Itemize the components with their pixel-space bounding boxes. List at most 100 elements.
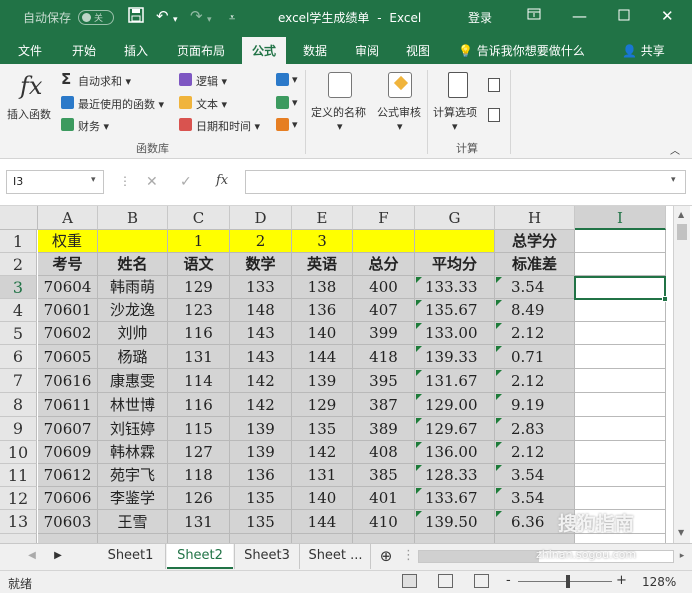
data-cell[interactable]: 139	[292, 369, 353, 393]
formula-input[interactable]: ▾	[245, 170, 686, 194]
data-cell[interactable]: 129.67	[415, 417, 495, 441]
tab-file[interactable]: 文件	[18, 42, 42, 59]
tab-insert[interactable]: 插入	[124, 42, 148, 59]
data-cell-partial[interactable]	[98, 534, 168, 543]
data-cell[interactable]: 139	[230, 441, 292, 464]
data-cell[interactable]: 142	[292, 441, 353, 464]
data-cell[interactable]: 3.54	[495, 464, 575, 487]
undo-dropdown-icon[interactable]: ▾	[173, 11, 178, 29]
empty-cell[interactable]	[575, 253, 666, 276]
row-header[interactable]: 13	[0, 510, 37, 534]
data-cell[interactable]: 康惠雯	[98, 369, 168, 393]
data-cell[interactable]: 131	[292, 464, 353, 487]
data-cell[interactable]: 139.50	[415, 510, 495, 534]
cancel-icon[interactable]: ✕	[146, 174, 158, 190]
data-cell[interactable]: 杨璐	[98, 345, 168, 369]
empty-cell[interactable]	[575, 464, 666, 487]
data-cell[interactable]: 136	[230, 464, 292, 487]
data-cell[interactable]: 70607	[38, 417, 98, 441]
data-cell[interactable]: 389	[353, 417, 415, 441]
autosum-button[interactable]: 自动求和 ▾	[78, 73, 131, 89]
empty-cell[interactable]	[575, 441, 666, 464]
data-cell[interactable]: 138	[292, 276, 353, 299]
chevron-down-icon[interactable]: ▾	[91, 175, 96, 185]
tab-view[interactable]: 视图	[406, 42, 430, 59]
sheet-tab[interactable]: Sheet ...	[301, 544, 371, 569]
zoom-out-button[interactable]: -	[506, 573, 511, 588]
data-cell[interactable]: 115	[168, 417, 230, 441]
data-cell[interactable]: 70612	[38, 464, 98, 487]
empty-cell[interactable]	[575, 369, 666, 393]
data-cell[interactable]: 139	[230, 417, 292, 441]
column-header[interactable]: E	[292, 206, 353, 230]
data-cell[interactable]: 韩雨萌	[98, 276, 168, 299]
data-cell[interactable]: 144	[292, 510, 353, 534]
row-header[interactable]: 2	[0, 253, 37, 276]
normal-view-icon[interactable]	[402, 574, 417, 588]
customize-qat-icon[interactable]: ⩡	[229, 9, 235, 27]
scroll-right-icon[interactable]: ▸	[676, 544, 688, 569]
data-cell[interactable]: 387	[353, 393, 415, 417]
tell-me-box[interactable]: 💡 告诉我你想要做什么	[458, 42, 585, 59]
vertical-scrollbar[interactable]: ▲ ▼	[673, 206, 690, 543]
data-cell[interactable]: 姓名	[98, 253, 168, 276]
data-cell[interactable]: 136	[292, 299, 353, 322]
sheet-tab-active[interactable]: Sheet2	[167, 544, 233, 569]
share-button[interactable]: 👤 共享	[622, 42, 665, 59]
redo-dropdown-icon[interactable]: ▾	[207, 11, 212, 29]
data-cell[interactable]: 平均分	[415, 253, 495, 276]
prev-sheet-icon[interactable]: ◀	[24, 544, 40, 569]
row-header[interactable]: 9	[0, 417, 37, 441]
maximize-icon[interactable]	[618, 7, 630, 25]
row-header[interactable]: 4	[0, 299, 37, 322]
collapse-ribbon-icon[interactable]: ︿	[670, 142, 680, 157]
chevron-down-icon[interactable]: ▾	[452, 120, 458, 133]
insert-function-icon[interactable]: fx	[20, 72, 42, 100]
sheet-tab[interactable]: Sheet1	[96, 544, 166, 569]
data-cell[interactable]: 407	[353, 299, 415, 322]
data-cell-partial[interactable]	[38, 534, 98, 543]
data-cell[interactable]: 140	[292, 487, 353, 510]
row-header[interactable]: 8	[0, 393, 37, 417]
name-box[interactable]: I3 ▾	[6, 170, 104, 194]
data-cell[interactable]: 9.19	[495, 393, 575, 417]
row-header[interactable]: 5	[0, 322, 37, 345]
column-header[interactable]: C	[168, 206, 230, 230]
data-cell-partial[interactable]	[292, 534, 353, 543]
chevron-down-icon[interactable]: ▾	[337, 120, 343, 133]
calc-sheet-icon[interactable]	[488, 108, 500, 122]
data-cell[interactable]: 135	[292, 417, 353, 441]
data-cell[interactable]: 数学	[230, 253, 292, 276]
data-cell[interactable]: 3	[292, 230, 353, 253]
tab-formulas[interactable]: 公式	[242, 37, 287, 64]
data-cell[interactable]: 129.00	[415, 393, 495, 417]
data-cell[interactable]: 114	[168, 369, 230, 393]
formula-audit-button[interactable]: 公式审核	[377, 104, 421, 120]
data-cell[interactable]: 142	[230, 393, 292, 417]
row-header[interactable]: 3	[0, 276, 37, 299]
column-header[interactable]: I	[575, 206, 666, 230]
data-cell[interactable]: 考号	[38, 253, 98, 276]
zoom-slider-thumb[interactable]	[566, 575, 570, 588]
data-cell[interactable]: 70605	[38, 345, 98, 369]
data-cell[interactable]: 70603	[38, 510, 98, 534]
logical-button[interactable]: 逻辑 ▾	[196, 73, 227, 89]
ribbon-display-icon[interactable]	[527, 7, 541, 25]
row-header[interactable]: 12	[0, 487, 37, 510]
data-cell[interactable]: 118	[168, 464, 230, 487]
data-cell[interactable]: 144	[292, 345, 353, 369]
select-all-corner[interactable]	[0, 206, 38, 230]
data-cell[interactable]: 2.12	[495, 441, 575, 464]
data-cell[interactable]: 总学分	[495, 230, 575, 253]
data-cell-partial[interactable]	[353, 534, 415, 543]
chevron-down-icon[interactable]: ▾	[397, 120, 403, 133]
data-cell[interactable]: 131	[168, 510, 230, 534]
data-cell-partial[interactable]	[415, 534, 495, 543]
data-cell[interactable]: 128.33	[415, 464, 495, 487]
data-cell[interactable]: 王雪	[98, 510, 168, 534]
data-cell[interactable]: 127	[168, 441, 230, 464]
active-cell-outline[interactable]	[574, 276, 668, 302]
empty-cell[interactable]	[575, 299, 666, 322]
data-cell[interactable]: 395	[353, 369, 415, 393]
data-cell[interactable]: 385	[353, 464, 415, 487]
